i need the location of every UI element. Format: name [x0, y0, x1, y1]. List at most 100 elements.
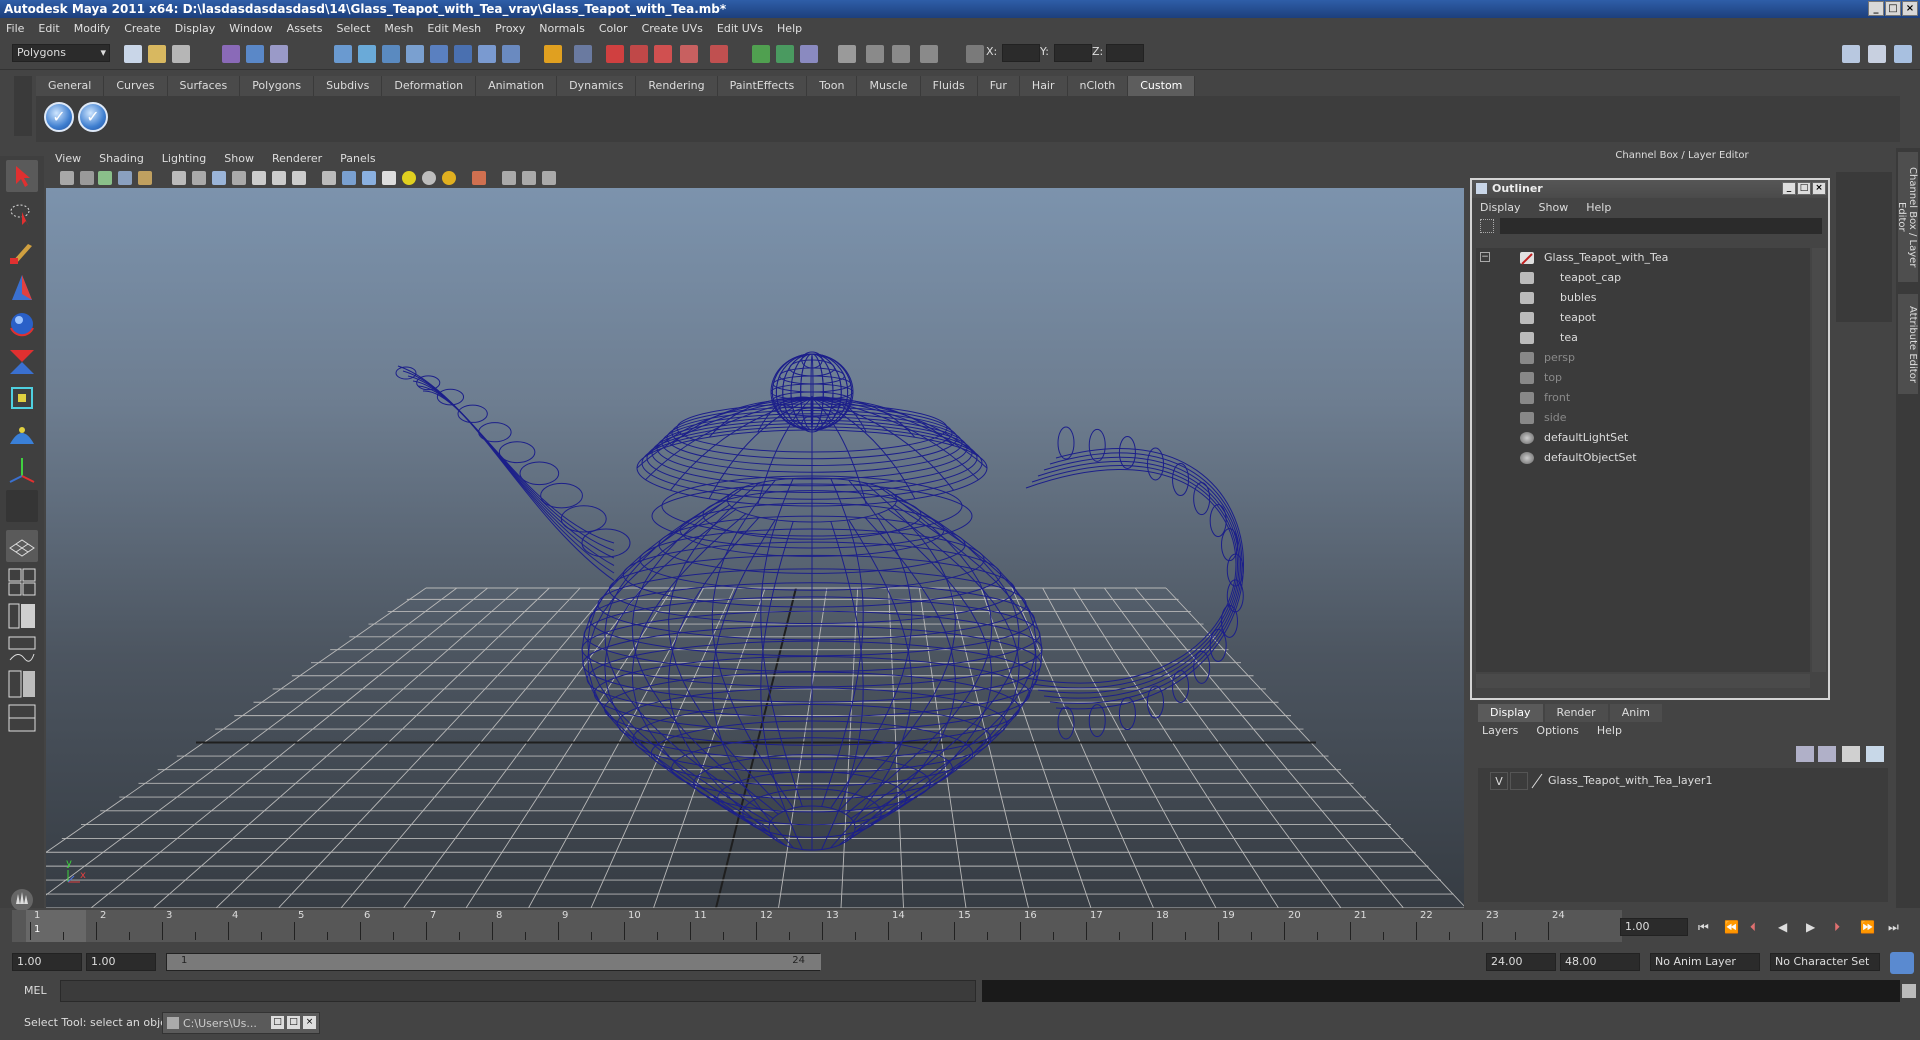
snap-point-icon[interactable]: [382, 45, 400, 63]
paint-select-tool-icon[interactable]: [6, 236, 38, 268]
menu-set-dropdown[interactable]: Polygons ▾: [12, 44, 110, 62]
outliner-menu-show[interactable]: Show: [1539, 201, 1569, 214]
shelf-tab-animation[interactable]: Animation: [476, 76, 558, 96]
move-tool-icon[interactable]: [6, 272, 38, 304]
new-layer-selected-icon[interactable]: [1866, 746, 1884, 762]
outliner-maximize-button[interactable]: □: [1797, 182, 1811, 195]
layer-menu-help[interactable]: Help: [1597, 724, 1622, 737]
playback-end-field[interactable]: 24.00: [1486, 953, 1556, 971]
render-settings-icon[interactable]: [654, 45, 672, 63]
rotate-tool-icon[interactable]: [6, 308, 38, 340]
step-forward-key-icon[interactable]: ⏵: [1834, 920, 1840, 935]
shelf-menu-handle[interactable]: [14, 76, 32, 136]
menu-assets[interactable]: Assets: [287, 22, 323, 35]
shelf-tab-painteffects[interactable]: PaintEffects: [717, 76, 808, 96]
hypershade-icon[interactable]: [680, 45, 698, 63]
new-empty-layer-icon[interactable]: [1842, 746, 1860, 762]
menu-edit-uvs[interactable]: Edit UVs: [717, 22, 763, 35]
dope-sheet-icon[interactable]: [866, 45, 884, 63]
y-field[interactable]: [1054, 44, 1092, 62]
wireframe-shading-icon[interactable]: [322, 171, 336, 185]
persp-outliner-layout-icon[interactable]: [6, 600, 38, 632]
menu-display[interactable]: Display: [175, 22, 216, 35]
move-layer-up-icon[interactable]: [1796, 746, 1814, 762]
layer-row[interactable]: V Glass_Teapot_with_Tea_layer1: [1482, 772, 1882, 790]
maximize-icon[interactable]: □: [287, 1016, 300, 1029]
shelf-tab-deformation[interactable]: Deformation: [382, 76, 477, 96]
layer-tab-render[interactable]: Render: [1544, 704, 1608, 722]
soft-modification-tool-icon[interactable]: [6, 418, 38, 450]
xray-icon[interactable]: [472, 171, 486, 185]
snap-grid-icon[interactable]: [334, 45, 352, 63]
menu-create[interactable]: Create: [124, 22, 161, 35]
list-item[interactable]: − Glass_Teapot_with_Tea: [1476, 248, 1806, 268]
shelf-tab-polygons[interactable]: Polygons: [240, 76, 315, 96]
close-icon[interactable]: ×: [303, 1016, 316, 1029]
grid-icon[interactable]: [172, 171, 186, 185]
filter-toggle-icon[interactable]: [1480, 219, 1494, 233]
resolution-gate-icon[interactable]: [212, 171, 226, 185]
single-perspective-layout-icon[interactable]: [6, 530, 38, 562]
menu-create-uvs[interactable]: Create UVs: [642, 22, 703, 35]
save-scene-icon[interactable]: [172, 45, 190, 63]
shelf-tab-muscle[interactable]: Muscle: [857, 76, 921, 96]
outliner-vertical-scrollbar[interactable]: [1812, 248, 1826, 672]
scale-tool-icon[interactable]: [6, 346, 38, 378]
go-to-end-icon[interactable]: ⏭: [1888, 920, 1899, 935]
shelf-check-icon[interactable]: ✓: [78, 102, 108, 132]
layout-more-icon[interactable]: [6, 738, 38, 754]
default-lighting-icon[interactable]: [402, 171, 416, 185]
field-chart-icon[interactable]: [252, 171, 266, 185]
layer-color-swatch[interactable]: [1530, 772, 1544, 790]
anim-layer-dropdown[interactable]: No Anim Layer: [1650, 953, 1760, 971]
wireframe-on-shaded-icon[interactable]: [362, 171, 376, 185]
menu-window[interactable]: Window: [229, 22, 272, 35]
side-tab-attribute-editor[interactable]: Attribute Editor: [1898, 294, 1918, 394]
absolute-transform-icon[interactable]: [966, 45, 984, 63]
minimize-button[interactable]: _: [1868, 1, 1884, 16]
list-item[interactable]: defaultLightSet: [1476, 428, 1806, 448]
list-item[interactable]: persp: [1476, 348, 1806, 368]
open-scene-icon[interactable]: [148, 45, 166, 63]
z-field[interactable]: [1106, 44, 1144, 62]
input-line-icon[interactable]: [752, 45, 770, 63]
menu-proxy[interactable]: Proxy: [495, 22, 525, 35]
menu-modify[interactable]: Modify: [74, 22, 110, 35]
show-attribute-editor-icon[interactable]: [1842, 45, 1860, 63]
help-icon[interactable]: [502, 45, 520, 63]
smooth-shading-icon[interactable]: [342, 171, 356, 185]
command-language-label[interactable]: MEL: [24, 984, 47, 997]
minimized-window-item[interactable]: C:\Users\Us... □ □ ×: [162, 1012, 320, 1034]
safe-title-icon[interactable]: [292, 171, 306, 185]
current-frame-field[interactable]: 1.00: [1620, 918, 1688, 936]
layer-playback-toggle[interactable]: [1510, 772, 1528, 790]
shelf-tab-general[interactable]: General: [36, 76, 105, 96]
four-view-layout-icon[interactable]: [6, 566, 38, 598]
safe-action-icon[interactable]: [272, 171, 286, 185]
image-plane-icon[interactable]: [118, 171, 132, 185]
side-tab-channel-box[interactable]: Channel Box / Layer Editor: [1896, 152, 1918, 282]
list-item[interactable]: bubles: [1476, 288, 1806, 308]
viewport-menu-show[interactable]: Show: [224, 152, 254, 165]
shelf-tab-curves[interactable]: Curves: [104, 76, 168, 96]
snap-curve-icon[interactable]: [358, 45, 376, 63]
outliner-close-button[interactable]: ×: [1812, 182, 1826, 195]
restore-icon[interactable]: □: [271, 1016, 284, 1029]
render-current-icon[interactable]: [606, 45, 624, 63]
outliner-menu-display[interactable]: Display: [1480, 201, 1521, 214]
list-item[interactable]: tea: [1476, 328, 1806, 348]
menu-color[interactable]: Color: [599, 22, 628, 35]
hypershade-persp-layout-icon[interactable]: [6, 668, 38, 700]
menu-select[interactable]: Select: [336, 22, 370, 35]
animation-start-field[interactable]: 1.00: [12, 953, 82, 971]
command-input[interactable]: [60, 980, 976, 1002]
layer-tab-display[interactable]: Display: [1478, 704, 1543, 722]
select-tool-icon[interactable]: [6, 160, 38, 192]
list-item[interactable]: defaultObjectSet: [1476, 448, 1806, 468]
menu-edit-mesh[interactable]: Edit Mesh: [427, 22, 481, 35]
ipr-render-icon[interactable]: [630, 45, 648, 63]
viewport-menu-panels[interactable]: Panels: [340, 152, 375, 165]
step-back-key-icon[interactable]: ⏴: [1750, 920, 1756, 935]
select-hierarchy-icon[interactable]: [222, 45, 240, 63]
step-forward-frame-icon[interactable]: ⏩: [1860, 920, 1875, 934]
